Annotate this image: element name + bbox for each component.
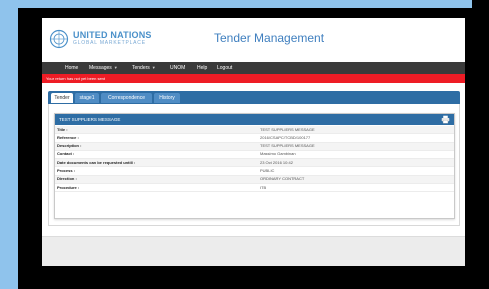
main-nav: Home Messages ▼ Tenders ▼ UNOM Help Logout xyxy=(42,62,465,74)
un-emblem-icon xyxy=(49,29,69,49)
nav-help[interactable]: Help xyxy=(197,64,207,72)
table-row: Process : PUBLIC xyxy=(55,167,454,176)
field-label: Date documents can be requested untill : xyxy=(57,159,136,165)
table-row: Title : TEST SUPPLIERS MESSAGE xyxy=(55,126,454,135)
table-row: Contact : Massimo Gambinan xyxy=(55,150,454,160)
nav-unom[interactable]: UNOM xyxy=(170,64,185,72)
page-title: Tender Management xyxy=(214,31,325,45)
field-label: Title : xyxy=(57,126,68,132)
panel-title: TEST SUPPLIERS MESSAGE xyxy=(59,117,121,122)
tab-bar: Tender stage1 Correspondence History xyxy=(48,91,460,104)
table-row: Reference : 2016/CSAPC/TCBD/100177 xyxy=(55,134,454,143)
tab-content: TEST SUPPLIERS MESSAGE Title : TEST SUPPL… xyxy=(48,104,460,226)
field-label: Contact : xyxy=(57,151,75,157)
logo-subtitle: GLOBAL MARKETPLACE xyxy=(73,40,146,46)
app-window: UNITED NATIONS GLOBAL MARKETPLACE Tender… xyxy=(42,18,465,266)
panel-header: TEST SUPPLIERS MESSAGE xyxy=(55,114,454,125)
table-row: Direction : ORDINARY CONTRACT xyxy=(55,175,454,185)
nav-home[interactable]: Home xyxy=(65,64,78,72)
caret-down-icon: ▼ xyxy=(151,65,156,70)
field-value: 23 Oct 2016 10:42 xyxy=(260,159,293,165)
nav-messages[interactable]: Messages ▼ xyxy=(89,64,118,72)
field-label: Procedure : xyxy=(57,184,80,190)
logo-title: UNITED NATIONS xyxy=(73,30,152,40)
header: UNITED NATIONS GLOBAL MARKETPLACE Tender… xyxy=(42,18,465,62)
field-value: TEST SUPPLIERS MESSAGE xyxy=(260,143,315,149)
field-value: TEST SUPPLIERS MESSAGE xyxy=(260,126,315,132)
field-value: ITB xyxy=(260,184,267,190)
logo[interactable]: UNITED NATIONS GLOBAL MARKETPLACE xyxy=(73,30,152,47)
field-value: ORDINARY CONTRACT xyxy=(260,176,305,182)
field-label: Process : xyxy=(57,167,76,173)
field-value: PUBLIC xyxy=(260,167,275,173)
field-label: Reference : xyxy=(57,134,79,140)
table-row: Procedure : ITB xyxy=(55,184,454,193)
caret-down-icon: ▼ xyxy=(113,65,118,70)
field-label: Description : xyxy=(57,143,82,149)
alert-banner: Your return has not yet been sent xyxy=(42,74,465,83)
tab-correspondence[interactable]: Correspondence xyxy=(101,93,152,103)
field-value: 2016/CSAPC/TCBD/100177 xyxy=(260,134,311,140)
table-row: Date documents can be requested untill :… xyxy=(55,159,454,168)
field-value: Massimo Gambinan xyxy=(260,151,296,157)
tab-stage1[interactable]: stage1 xyxy=(75,93,99,103)
field-label: Direction : xyxy=(57,176,77,182)
footer xyxy=(42,236,465,266)
printer-icon[interactable] xyxy=(441,115,450,124)
table-row: Description : TEST SUPPLIERS MESSAGE xyxy=(55,142,454,151)
nav-tenders[interactable]: Tenders ▼ xyxy=(132,64,156,72)
tender-details-panel: TEST SUPPLIERS MESSAGE Title : TEST SUPPL… xyxy=(54,113,455,219)
details-table: Title : TEST SUPPLIERS MESSAGE Reference :… xyxy=(55,126,454,193)
alert-text: Your return has not yet been sent xyxy=(46,76,106,81)
nav-logout[interactable]: Logout xyxy=(217,64,232,72)
tab-history[interactable]: History xyxy=(154,93,180,103)
tab-tender[interactable]: Tender xyxy=(51,93,73,103)
screen-frame-right xyxy=(472,0,489,289)
